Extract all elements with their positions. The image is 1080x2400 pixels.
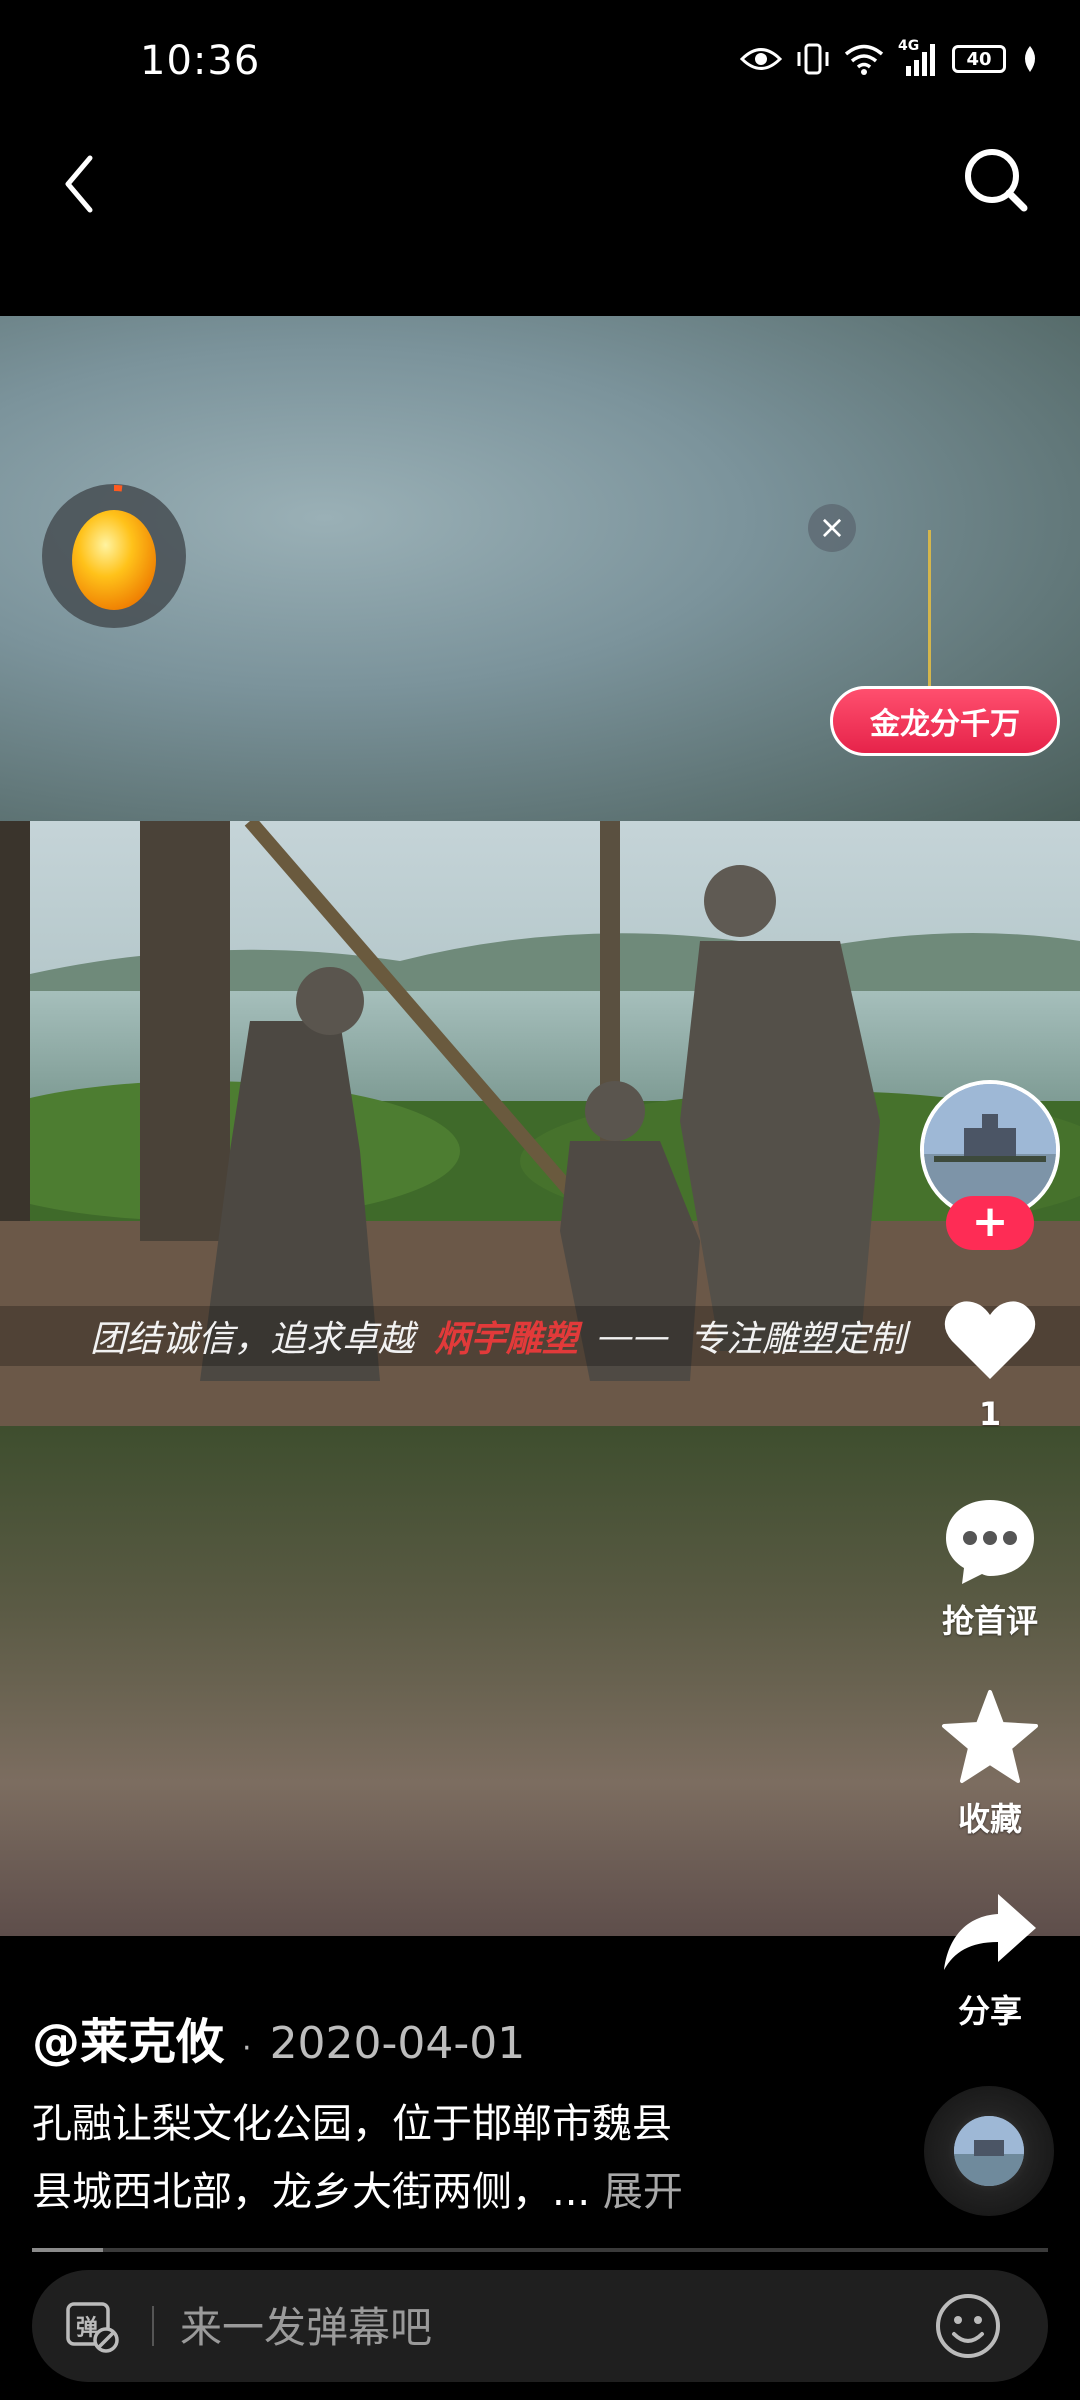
watermark-dash: —— [598, 1315, 671, 1357]
wifi-icon [844, 44, 884, 75]
signal-indicator: 4G [898, 38, 938, 76]
battery-icon: 40 [952, 45, 1006, 73]
danmaku-toggle-button[interactable]: 弹 [62, 2296, 122, 2356]
video-progress-fill [32, 2248, 104, 2252]
promo-string-line [928, 530, 931, 690]
like-count: 1 [978, 1395, 1002, 1433]
share-button[interactable]: 分享 [910, 1890, 1070, 2032]
comment-button[interactable]: 抢首评 [910, 1496, 1070, 1642]
eye-icon [740, 48, 782, 70]
comment-bubble-icon [946, 1500, 1034, 1584]
share-arrow-icon [944, 1894, 1036, 1970]
description-line-2-wrap: 县城西北部，龙乡大街两侧，... 展开 [32, 2158, 792, 2226]
signal-icon [906, 44, 935, 76]
watermark-tagline: 专注雕塑定制 [690, 1319, 907, 1360]
expand-link[interactable]: 展开 [603, 2169, 683, 2215]
promo-close-button[interactable]: × [808, 504, 856, 552]
promo-badge[interactable]: 金龙分千万 [830, 686, 1060, 756]
meta-separator: · [242, 2031, 252, 2066]
music-cover-image [954, 2116, 1024, 2186]
favorite-button[interactable]: 收藏 [910, 1688, 1070, 1840]
favorite-label: 收藏 [957, 1800, 1022, 1838]
music-cover [954, 2116, 1024, 2186]
leaf-icon [1025, 46, 1035, 72]
danmaku-divider [152, 2306, 154, 2346]
video-progress-bar[interactable] [32, 2248, 1048, 2252]
description-line-1: 孔融让梨文化公园，位于邯郸市魏县 [32, 2101, 672, 2147]
back-button[interactable] [50, 140, 130, 220]
emoji-button[interactable] [932, 2290, 1004, 2362]
emoji-smile-icon [936, 2294, 1000, 2358]
top-bar [0, 130, 1080, 230]
post-description: 孔融让梨文化公园，位于邯郸市魏县 县城西北部，龙乡大街两侧，... 展开 [32, 2090, 792, 2226]
status-time: 10:36 [140, 38, 261, 84]
danmaku-icon-text: 弹 [76, 2316, 99, 2341]
video-watermark: 团结诚信，追求卓越 炳宇雕塑 —— 专注雕塑定制 [90, 1306, 906, 1366]
description-line-2: 县城西北部，龙乡大街两侧，... [32, 2169, 591, 2215]
search-button[interactable] [950, 140, 1040, 220]
comment-label: 抢首评 [941, 1602, 1038, 1640]
reward-egg-widget[interactable] [42, 484, 186, 628]
follow-button[interactable]: + [946, 1196, 1034, 1250]
golden-egg-icon [72, 485, 156, 610]
search-icon [965, 149, 1028, 212]
share-label: 分享 [957, 1992, 1022, 2030]
like-button[interactable]: 1 [910, 1295, 1070, 1433]
status-bar: 10:36 4G 40 [0, 0, 1080, 120]
watermark-brand: 炳宇雕塑 [434, 1318, 579, 1360]
status-icons: 4G 40 [740, 38, 1040, 76]
post-date: 2020-04-01 [269, 2018, 526, 2069]
danmaku-input[interactable] [178, 2292, 902, 2362]
watermark-slogan: 团结诚信，追求卓越 [90, 1319, 415, 1360]
heart-icon [944, 1301, 1036, 1379]
star-icon [942, 1690, 1038, 1783]
vibrate-icon [797, 43, 829, 75]
danmaku-bar: 弹 [32, 2270, 1048, 2382]
post-meta: @莱克攸 · 2020-04-01 [32, 2002, 525, 2072]
author-name[interactable]: @莱克攸 [32, 2002, 224, 2072]
chevron-left-icon [65, 155, 93, 213]
battery-level: 40 [966, 48, 992, 70]
music-disc[interactable] [924, 2086, 1054, 2216]
